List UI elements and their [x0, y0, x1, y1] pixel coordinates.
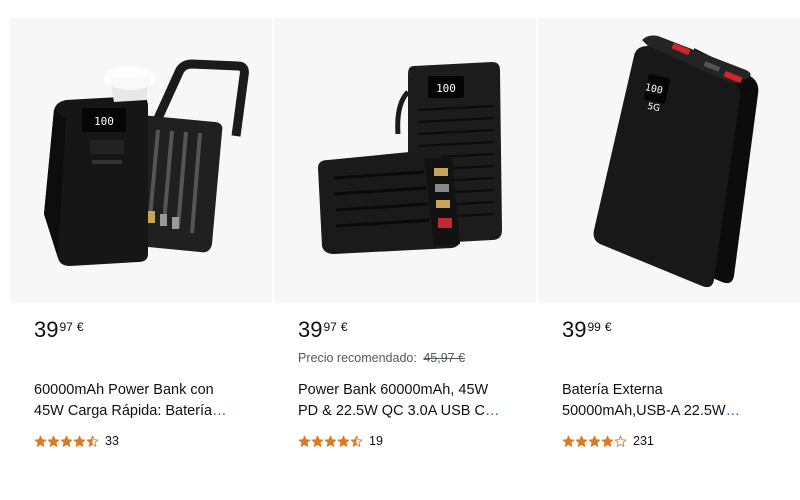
svg-text:100: 100: [436, 82, 456, 95]
star-half-icon: [86, 435, 99, 447]
price-whole: 39: [298, 317, 323, 342]
svg-text:100: 100: [94, 115, 114, 128]
product-title-line1[interactable]: Batería Externa: [562, 382, 663, 398]
star-full-icon: [34, 435, 47, 447]
star-full-icon: [324, 435, 337, 447]
star-full-icon: [601, 435, 614, 447]
price-whole: 39: [562, 317, 587, 342]
product-title-line2[interactable]: 50000mAh,USB-A 22.5W…: [562, 401, 782, 422]
recommended-price: Precio recomendado: 45,97 €: [298, 351, 465, 365]
star-half-icon: [350, 435, 363, 447]
review-count[interactable]: 231: [633, 434, 654, 448]
stars[interactable]: [34, 435, 99, 448]
product-title-line1[interactable]: Power Bank 60000mAh, 45W: [298, 382, 488, 398]
product-image[interactable]: 100: [274, 18, 536, 303]
star-rating[interactable]: 231: [562, 434, 654, 448]
product-title-line2[interactable]: PD & 22.5W QC 3.0A USB C…: [298, 401, 518, 422]
product-grid: 100 39 97 € 60000mAh Power Bank con 45W …: [10, 18, 800, 458]
price-fraction: 97: [323, 320, 337, 334]
product-title[interactable]: Batería Externa 50000mAh,USB-A 22.5W…: [562, 380, 782, 422]
product-image[interactable]: 100: [10, 18, 272, 303]
product-image[interactable]: 100 5G: [538, 18, 800, 303]
stars[interactable]: [298, 435, 363, 448]
stars[interactable]: [562, 435, 627, 448]
star-rating[interactable]: 33: [34, 434, 119, 448]
product-card[interactable]: 100 39 97 € Precio recomendado: 45,97 € …: [274, 18, 536, 458]
star-full-icon: [73, 435, 86, 447]
price: 39 97 €: [298, 318, 348, 342]
recommended-price-value: 45,97 €: [423, 351, 466, 365]
review-count[interactable]: 33: [105, 434, 119, 448]
star-empty-icon: [614, 435, 627, 447]
product-card[interactable]: 100 5G 39 99 € Batería Externa 50000mAh,…: [538, 18, 800, 458]
price-currency: €: [76, 320, 84, 334]
star-rating[interactable]: 19: [298, 434, 383, 448]
price-whole: 39: [34, 317, 59, 342]
price-currency: €: [340, 320, 348, 334]
star-full-icon: [298, 435, 311, 447]
star-full-icon: [47, 435, 60, 447]
star-full-icon: [60, 435, 73, 447]
product-card[interactable]: 100 39 97 € 60000mAh Power Bank con 45W …: [10, 18, 272, 458]
price: 39 97 €: [34, 318, 84, 342]
star-full-icon: [575, 435, 588, 447]
star-full-icon: [562, 435, 575, 447]
price: 39 99 €: [562, 318, 612, 342]
review-count[interactable]: 19: [369, 434, 383, 448]
price-fraction: 97: [59, 320, 73, 334]
price-currency: €: [604, 320, 612, 334]
star-full-icon: [588, 435, 601, 447]
product-title-line1[interactable]: 60000mAh Power Bank con: [34, 382, 214, 398]
star-full-icon: [337, 435, 350, 447]
product-title[interactable]: 60000mAh Power Bank con 45W Carga Rápida…: [34, 380, 254, 422]
product-title[interactable]: Power Bank 60000mAh, 45W PD & 22.5W QC 3…: [298, 380, 518, 422]
recommended-price-label: Precio recomendado:: [298, 351, 417, 365]
star-full-icon: [311, 435, 324, 447]
price-fraction: 99: [587, 320, 601, 334]
product-title-line2[interactable]: 45W Carga Rápida: Batería…: [34, 401, 254, 422]
